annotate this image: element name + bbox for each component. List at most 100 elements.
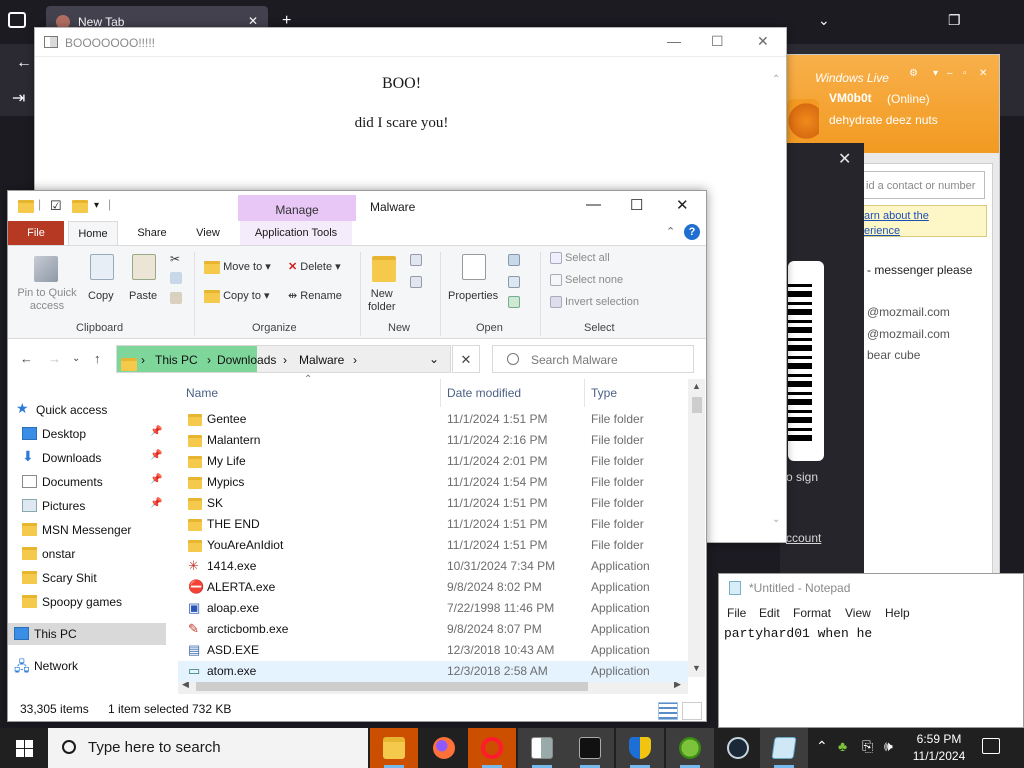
paste-button[interactable]: Paste — [129, 290, 157, 302]
properties-button[interactable]: Properties — [448, 290, 498, 302]
msn-contact[interactable]: bear cube — [867, 348, 920, 362]
help-icon[interactable]: ? — [684, 224, 700, 240]
delete-button[interactable]: ✕ Delete ▾ — [288, 260, 341, 273]
menu-edit[interactable]: Edit — [759, 606, 780, 620]
msn-settings-icon[interactable]: ⚙ — [909, 68, 918, 79]
table-row[interactable]: ⛔ ALERTA.exe 9/8/2024 8:02 PM Application — [178, 577, 688, 598]
tab-list-icon[interactable] — [8, 12, 26, 28]
nav-item[interactable]: Desktop 📌 — [8, 423, 166, 445]
scroll-down-icon[interactable]: ▼ — [692, 663, 701, 673]
tab-view[interactable]: View — [186, 221, 230, 245]
back-arrow-icon[interactable]: ← — [20, 351, 33, 366]
address-path[interactable]: › This PC › Downloads › Malware › ⌄ — [116, 345, 451, 373]
nav-item[interactable]: ⬇ Downloads 📌 — [8, 447, 166, 469]
new-folder-button[interactable]: New folder — [368, 288, 396, 314]
msn-nickname[interactable]: VM0b0t — [829, 91, 872, 105]
table-row[interactable]: ✎ arcticbomb.exe 9/8/2024 8:07 PM Applicati… — [178, 619, 688, 640]
start-button[interactable] — [0, 728, 48, 768]
select-none-button[interactable]: Select none — [550, 274, 623, 287]
new-item-icon[interactable] — [410, 254, 422, 266]
collapse-ribbon-icon[interactable]: ⌃ — [666, 225, 675, 238]
restore-icon[interactable]: ❐ — [948, 12, 961, 29]
column-header-date[interactable]: Date modified — [447, 379, 521, 407]
nav-item[interactable]: Documents 📌 — [8, 471, 166, 493]
taskbar-boo-app[interactable] — [518, 728, 566, 768]
nav-item[interactable]: Spoopy games — [8, 591, 166, 613]
cut-icon[interactable]: ✂ — [170, 252, 180, 266]
list-all-tabs-icon[interactable]: ⌄ — [818, 12, 830, 29]
new-folder-qa-icon[interactable] — [72, 199, 88, 214]
scroll-thumb[interactable] — [692, 397, 702, 413]
sign-in-icon[interactable]: ⇥ — [12, 88, 25, 108]
scroll-up-icon[interactable]: ⌃ — [772, 74, 780, 85]
table-row[interactable]: ✳ 1414.exe 10/31/2024 7:34 PM Application — [178, 556, 688, 577]
nav-item[interactable]: 🖧 Network — [8, 655, 166, 677]
taskbar-file-explorer[interactable] — [370, 728, 418, 768]
history-icon[interactable] — [508, 296, 520, 308]
chevron-right-icon[interactable]: › — [353, 353, 357, 367]
maximize-button[interactable]: ☐ — [711, 33, 724, 50]
chevron-right-icon[interactable]: › — [283, 353, 287, 367]
nav-item[interactable]: ★ Quick access — [8, 399, 166, 421]
breadcrumb-downloads[interactable]: Downloads — [217, 353, 276, 367]
network-icon[interactable]: ⎘ — [862, 738, 873, 755]
taskbar-firefox[interactable] — [420, 728, 468, 768]
msn-tip-link-2[interactable]: erience — [864, 224, 986, 239]
breadcrumb-malware[interactable]: Malware — [299, 353, 344, 367]
scroll-up-icon[interactable]: ▲ — [692, 381, 701, 391]
paste-shortcut-icon[interactable] — [170, 292, 182, 304]
table-row[interactable]: Malantern 11/1/2024 2:16 PM File folder — [178, 430, 688, 451]
nav-item[interactable]: Pictures 📌 — [8, 495, 166, 517]
tab-share[interactable]: Share — [130, 221, 174, 245]
popup-account-link[interactable]: ccount — [786, 531, 821, 545]
msn-minimize-button[interactable]: ‒ — [947, 68, 953, 79]
easy-access-icon[interactable] — [410, 276, 422, 288]
nav-item[interactable]: This PC — [8, 623, 166, 645]
nav-item[interactable]: onstar — [8, 543, 166, 565]
table-row[interactable]: My Life 11/1/2024 2:01 PM File folder — [178, 451, 688, 472]
column-header-type[interactable]: Type — [591, 379, 617, 407]
clear-address-button[interactable]: ✕ — [452, 345, 480, 373]
table-row[interactable]: Gentee 11/1/2024 1:51 PM File folder — [178, 409, 688, 430]
msn-close-icon[interactable]: ✕ — [979, 68, 987, 79]
menu-file[interactable]: File — [727, 606, 746, 620]
copy-path-icon[interactable] — [170, 272, 182, 284]
table-row[interactable]: ▤ ASD.EXE 12/3/2018 10:43 AM Application — [178, 640, 688, 661]
breadcrumb-this-pc[interactable]: This PC — [155, 353, 198, 367]
edit-icon[interactable] — [508, 276, 520, 288]
show-hidden-icons-icon[interactable]: ⌃ — [816, 738, 828, 755]
close-button[interactable]: ✕ — [757, 33, 769, 50]
notepad-text-area[interactable]: partyhard01 when he — [724, 626, 872, 641]
nav-item[interactable]: Scary Shit — [8, 567, 166, 589]
properties-qa-icon[interactable]: ☑ — [50, 198, 62, 214]
forward-arrow-icon[interactable]: → — [48, 351, 61, 366]
msn-tip-link-1[interactable]: arn about the — [864, 209, 986, 224]
maximize-button[interactable]: ☐ — [630, 196, 643, 214]
system-clock[interactable]: 6:59 PM 11/1/2024 — [904, 731, 974, 765]
column-separator[interactable] — [440, 379, 441, 407]
customize-qa-icon[interactable]: ▾ — [94, 200, 99, 211]
recent-locations-icon[interactable]: ⌄ — [72, 353, 80, 364]
avatar[interactable] — [787, 99, 819, 139]
select-all-button[interactable]: Select all — [550, 252, 610, 265]
details-view-icon[interactable] — [658, 702, 678, 720]
msn-maximize-icon[interactable]: ▫ — [963, 68, 967, 79]
back-arrow-icon[interactable]: ← — [16, 54, 32, 72]
messenger-tray-icon[interactable]: ♣ — [838, 738, 847, 754]
taskbar-steam[interactable] — [714, 728, 762, 768]
scroll-thumb[interactable] — [196, 681, 588, 691]
table-row[interactable]: Mypics 11/1/2024 1:54 PM File folder — [178, 472, 688, 493]
tab-home[interactable]: Home — [68, 221, 118, 245]
close-button[interactable]: ✕ — [676, 196, 689, 214]
move-to-button[interactable]: Move to ▾ — [204, 260, 271, 274]
msn-contact[interactable]: @mozmail.com — [867, 327, 950, 341]
table-row[interactable]: YouAreAnIdiot 11/1/2024 1:51 PM File folde… — [178, 535, 688, 556]
tab-application-tools[interactable]: Application Tools — [240, 221, 352, 245]
rename-button[interactable]: ⇹ Rename — [288, 289, 342, 302]
minimize-button[interactable]: — — [667, 33, 681, 49]
scroll-down-icon[interactable]: ⌄ — [772, 514, 780, 525]
menu-view[interactable]: View — [845, 606, 871, 620]
msn-contact-search[interactable]: id a contact or number — [863, 171, 985, 199]
invert-selection-button[interactable]: Invert selection — [550, 296, 639, 309]
menu-help[interactable]: Help — [885, 606, 910, 620]
